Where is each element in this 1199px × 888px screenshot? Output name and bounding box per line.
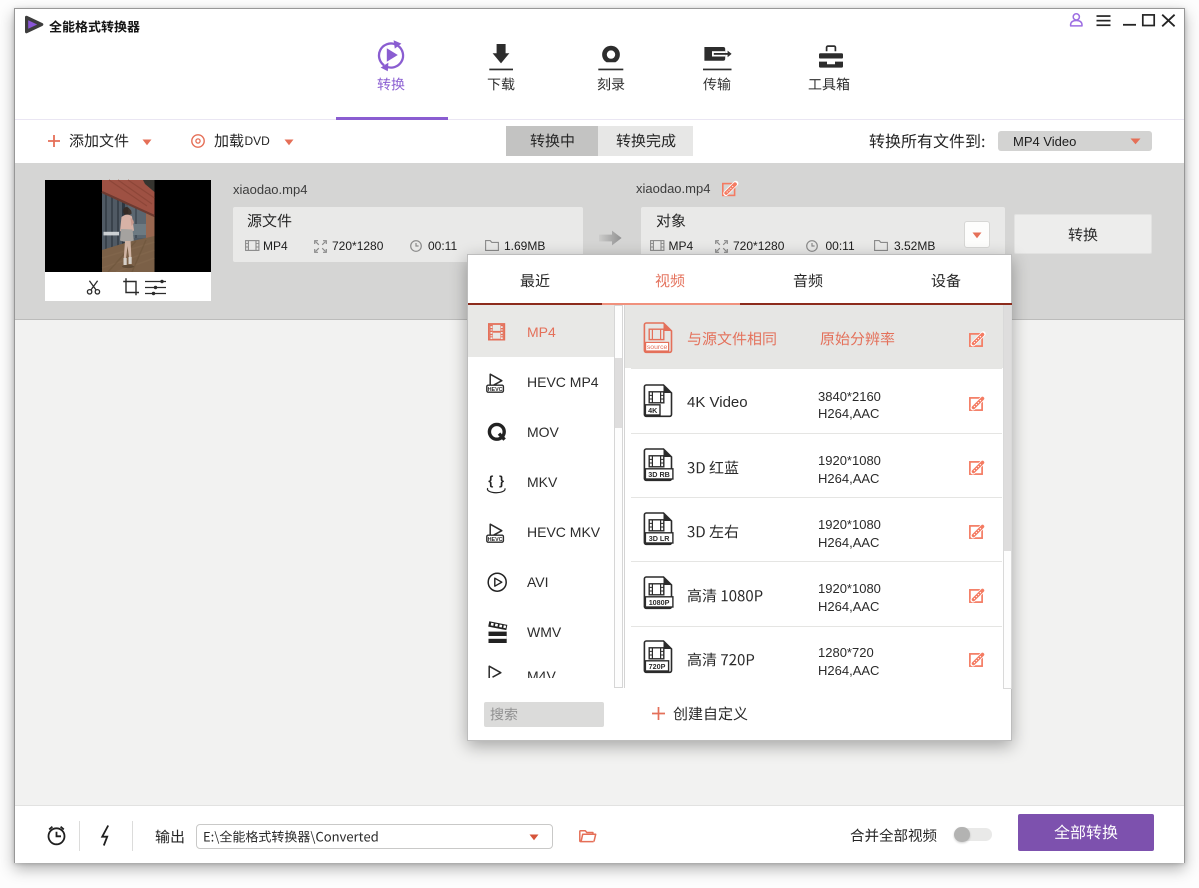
svg-text:HEVC: HEVC bbox=[488, 387, 503, 393]
svg-text:4K: 4K bbox=[648, 405, 658, 414]
svg-text:3D LR: 3D LR bbox=[649, 534, 671, 543]
svg-text:720P: 720P bbox=[649, 662, 666, 671]
svg-text:1080P: 1080P bbox=[649, 598, 670, 607]
svg-text:source: source bbox=[647, 344, 668, 351]
svg-text:3D RB: 3D RB bbox=[648, 470, 670, 479]
svg-text:}: } bbox=[499, 473, 504, 488]
svg-text:HEVC: HEVC bbox=[488, 537, 503, 543]
svg-text:{: { bbox=[488, 473, 493, 488]
